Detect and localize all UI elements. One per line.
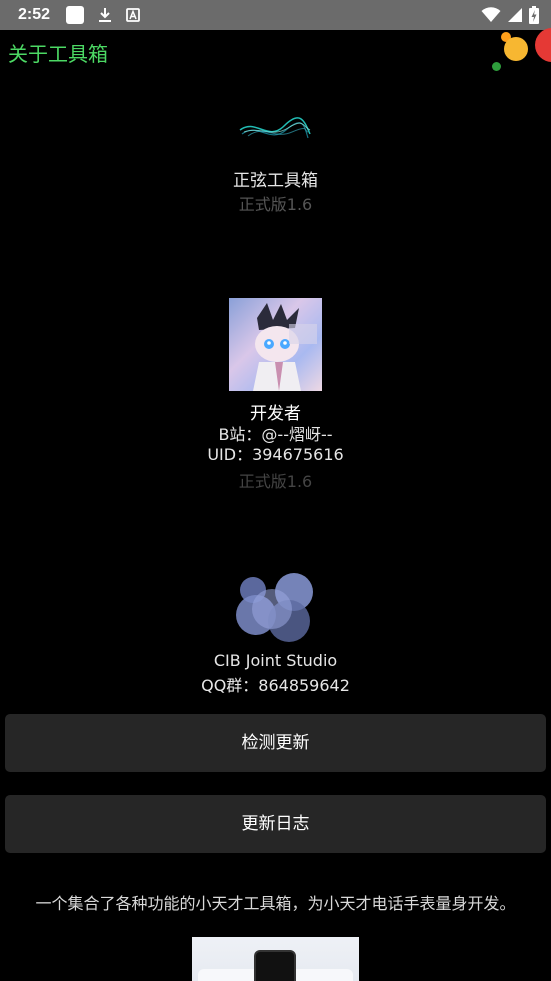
decor-green-dot — [492, 62, 501, 71]
studio-qq-group: QQ群：864859642 — [201, 676, 350, 695]
developer-avatar — [229, 298, 322, 391]
status-left-icons — [66, 6, 140, 24]
app-logo-sine-icon — [239, 117, 311, 139]
preview-image — [192, 937, 359, 981]
changelog-button[interactable]: 更新日志 — [5, 795, 546, 853]
decor-red-dot — [535, 28, 551, 62]
about-screen: 2:52 关于工具箱 正弦工具箱 正式版1.6 开发者 B站：@--熠岈-- U… — [0, 0, 551, 981]
app-description: 一个集合了各种功能的小天才工具箱，为小天才电话手表量身开发。 — [35, 894, 516, 913]
studio-logo-icon — [236, 573, 313, 642]
battery-charging-icon — [529, 6, 539, 24]
developer-version: 正式版1.6 — [238, 472, 313, 491]
status-time: 2:52 — [18, 6, 51, 23]
download-icon — [99, 8, 112, 22]
status-bar: 2:52 — [0, 0, 551, 30]
page-title: 关于工具箱 — [8, 42, 108, 66]
check-update-button[interactable]: 检测更新 — [5, 714, 546, 772]
preview-watch-device — [254, 950, 296, 981]
signal-icon — [508, 8, 522, 22]
status-right-icons — [481, 6, 539, 24]
app-name: 正弦工具箱 — [233, 171, 318, 191]
avatar-illustration — [253, 303, 317, 391]
app-version: 正式版1.6 — [238, 195, 313, 214]
developer-uid: UID：394675616 — [207, 445, 344, 464]
wifi-icon — [481, 7, 501, 22]
a-box-icon — [126, 8, 140, 22]
notification-square-icon — [66, 6, 85, 24]
studio-name: CIB Joint Studio — [213, 651, 338, 670]
decor-yellow-dot — [504, 37, 528, 61]
